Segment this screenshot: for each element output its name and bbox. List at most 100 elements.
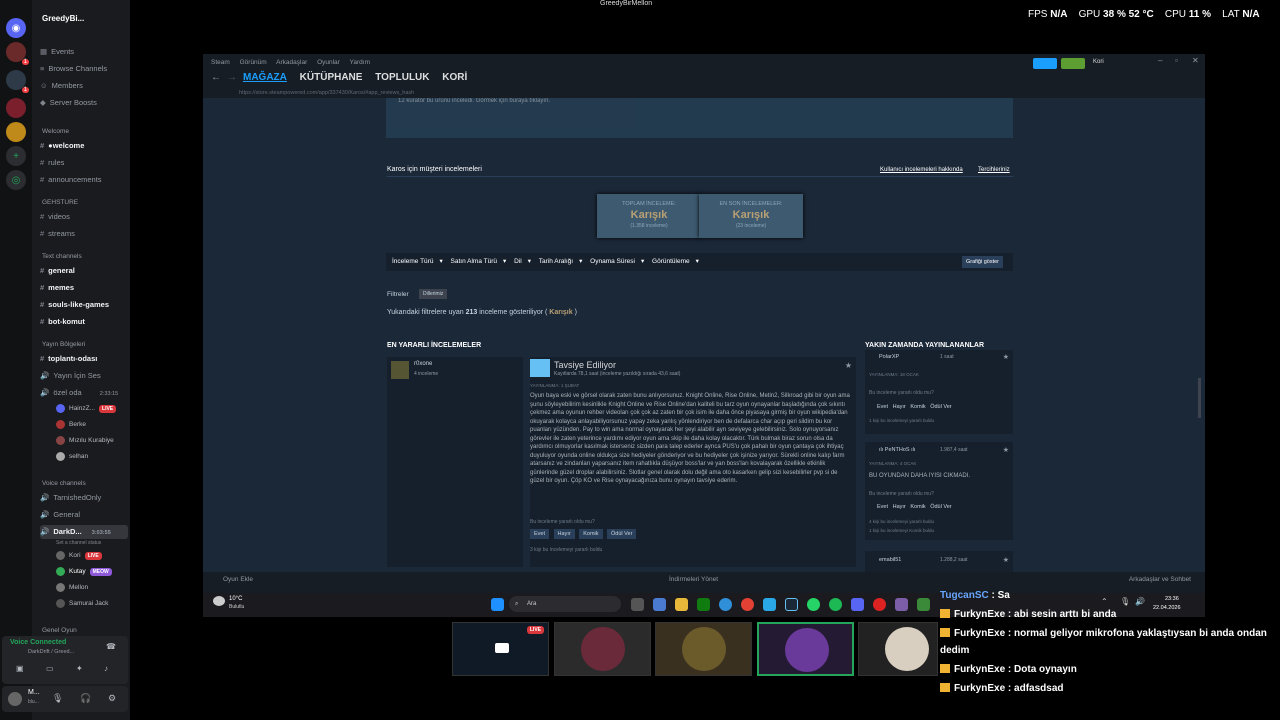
scrollbar[interactable]	[1198, 378, 1201, 418]
downloads-button[interactable]: İndirmeleri Yönet	[669, 576, 718, 583]
voice-user[interactable]: Kori LIVE	[56, 550, 102, 562]
star-icon[interactable]: ★	[1003, 353, 1009, 361]
category-gehsture[interactable]: GEHSTURE	[42, 199, 78, 206]
participant-tile[interactable]	[554, 622, 651, 676]
menu-steam[interactable]: Steam	[211, 59, 230, 66]
reviewer-name[interactable]: r0xone	[414, 361, 432, 367]
channel-status[interactable]: Set a channel status	[56, 537, 101, 549]
voice-user[interactable]: Mellon	[56, 582, 88, 594]
voice-general[interactable]: 🔊 General	[40, 508, 128, 522]
channel-announcements[interactable]: # announcements	[40, 173, 128, 187]
preferences-link[interactable]: Tercihleriniz	[978, 167, 1010, 173]
steam-icon[interactable]	[785, 598, 798, 611]
minimize-icon[interactable]: –	[1158, 56, 1162, 65]
voice-user[interactable]: Samurai Jack	[56, 598, 108, 610]
server-icon[interactable]: 1	[6, 42, 29, 65]
tray-chevron-icon[interactable]: ⌃	[1101, 597, 1108, 606]
start-icon[interactable]	[491, 598, 504, 611]
server-icon[interactable]	[6, 98, 26, 118]
vote-no-button[interactable]: Hayır	[893, 504, 906, 510]
search-input[interactable]: ⌕ Ara	[509, 596, 621, 612]
channel-welcome[interactable]: # ●welcome	[40, 139, 128, 153]
reviewer-name[interactable]: PolarXP	[879, 354, 899, 360]
voice-tarnished[interactable]: 🔊 TarnishedOnly	[40, 491, 128, 505]
channel-rules[interactable]: # rules	[40, 156, 128, 170]
participant-tile[interactable]	[757, 622, 854, 676]
curator-text[interactable]: 12 küratör bu ürünü inceledi. Görmek içi…	[398, 98, 550, 104]
headphones-icon[interactable]: 🎧	[80, 693, 91, 704]
about-reviews-link[interactable]: Kullanıcı incelemeleri hakkında	[880, 167, 963, 173]
stream-tile[interactable]: LIVE	[452, 622, 549, 676]
star-icon[interactable]: ★	[1003, 556, 1009, 564]
menu-view[interactable]: Görünüm	[240, 59, 267, 66]
participant-tile[interactable]	[858, 622, 938, 676]
notifications-button[interactable]	[1061, 58, 1085, 69]
channel-souls[interactable]: # souls-like-games	[40, 298, 128, 312]
xbox-icon[interactable]	[697, 598, 710, 611]
channel-events[interactable]: ▦ Events	[40, 45, 128, 59]
voice-ozel-oda[interactable]: 🔊 özel oda 2:33:15	[40, 386, 128, 400]
chrome-icon[interactable]	[741, 598, 754, 611]
category-voice[interactable]: Voice channels	[42, 480, 86, 487]
reviewer-name[interactable]: ılı PeNTHoS ılı	[879, 447, 915, 453]
participant-tile[interactable]	[655, 622, 752, 676]
recent-reviews-box[interactable]: EN SON İNCELEMELER: Karışık (23 inceleme…	[699, 194, 803, 238]
vote-yes-button[interactable]: Evet	[877, 504, 888, 510]
settings-gear-icon[interactable]: ⚙	[108, 693, 116, 704]
telegram-icon[interactable]	[763, 598, 776, 611]
filter-review-type[interactable]: İnceleme Türü	[392, 258, 433, 265]
clock-time[interactable]: 23:36	[1165, 596, 1179, 602]
spotify-icon[interactable]	[829, 598, 842, 611]
friends-chat-button[interactable]: Arkadaşlar ve Sohbet	[1129, 576, 1191, 583]
nav-library[interactable]: KÜTÜPHANE	[300, 72, 363, 83]
avatar[interactable]	[8, 692, 22, 706]
store-icon[interactable]	[653, 598, 666, 611]
screenshare-icon[interactable]: ▭	[46, 664, 54, 673]
weather-temp[interactable]: 10°C	[229, 596, 242, 602]
voice-connected-sub[interactable]: DarkDrift / Greed...	[28, 649, 74, 655]
add-server-icon[interactable]: +	[6, 146, 26, 166]
discord-home-icon[interactable]: ◉	[6, 18, 26, 38]
voice-user[interactable]: Kutay MEOW	[56, 566, 112, 578]
add-game-button[interactable]: Oyun Ekle	[223, 576, 253, 583]
channel-members[interactable]: ☺ Members	[40, 79, 128, 93]
channel-general[interactable]: # general	[40, 264, 128, 278]
channel-toplanti[interactable]: # toplantı-odası	[40, 352, 128, 366]
task-view-icon[interactable]	[631, 598, 644, 611]
vote-yes-button[interactable]: Evet	[877, 404, 888, 410]
server-name[interactable]: GreedyBi...	[42, 14, 84, 23]
forward-icon[interactable]: →	[227, 72, 237, 83]
category-text[interactable]: Text channels	[42, 253, 82, 260]
activity-icon[interactable]: ✦	[76, 664, 83, 673]
discover-icon[interactable]: ◎	[6, 170, 26, 190]
nav-store[interactable]: MAĞAZA	[243, 72, 287, 83]
avatar[interactable]	[391, 361, 409, 379]
category-genel[interactable]: Genel Oyun	[42, 627, 77, 634]
star-icon[interactable]: ★	[1003, 446, 1009, 454]
filter-display[interactable]: Görüntüleme	[652, 258, 690, 265]
channel-memes[interactable]: # memes	[40, 281, 128, 295]
total-reviews-box[interactable]: TOPLAM İNCELEME: Karışık (1.358 inceleme…	[597, 194, 701, 238]
voice-user[interactable]: Mızılu Kurabiye	[56, 435, 114, 447]
opera-icon[interactable]	[873, 598, 886, 611]
mic-icon[interactable]: 🎙	[1120, 597, 1130, 606]
voice-user[interactable]: HainzZ... LIVE	[56, 403, 117, 415]
whatsapp-icon[interactable]	[807, 598, 820, 611]
filter-language[interactable]: Dil	[514, 258, 522, 265]
server-folder-icon[interactable]: 1	[6, 70, 29, 93]
weather-icon[interactable]	[213, 596, 225, 606]
award-button[interactable]: Ödül Ver	[930, 504, 951, 510]
vote-yes-button[interactable]: Evet	[530, 529, 550, 539]
user-name[interactable]: M...	[28, 689, 40, 696]
close-icon[interactable]: ✕	[1192, 56, 1199, 65]
channel-videos[interactable]: # videos	[40, 210, 128, 224]
vote-funny-button[interactable]: Komik	[579, 529, 603, 539]
nav-user[interactable]: KORİ	[442, 72, 467, 83]
reviewer-name[interactable]: emabil51	[879, 557, 901, 563]
app-icon[interactable]	[895, 598, 908, 611]
menu-friends[interactable]: Arkadaşlar	[276, 59, 307, 66]
menu-help[interactable]: Yardım	[350, 59, 370, 66]
channel-streams[interactable]: # streams	[40, 227, 128, 241]
filter-chip[interactable]: Dillerimiz	[419, 289, 448, 299]
category-welcome[interactable]: Welcome	[42, 128, 69, 135]
